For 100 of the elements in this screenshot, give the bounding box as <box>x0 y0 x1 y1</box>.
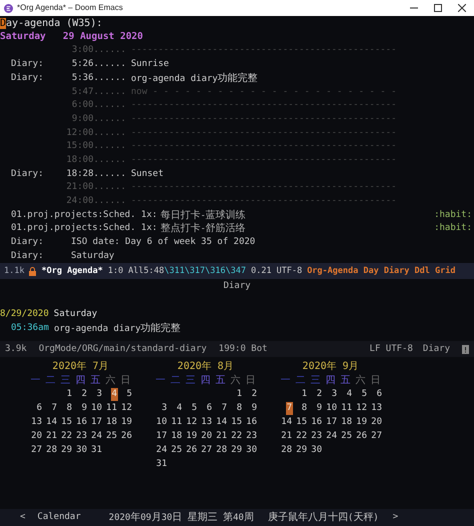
calendar-day[interactable]: 11 <box>170 416 183 429</box>
calendar-day[interactable]: 29 <box>60 444 73 457</box>
calendar-day[interactable]: 9 <box>316 402 323 415</box>
calendar-day[interactable]: 29 <box>295 444 308 457</box>
calendar-day[interactable]: 19 <box>120 416 133 429</box>
calendar-day[interactable]: 16 <box>75 416 88 429</box>
calendar-day[interactable]: 22 <box>60 430 73 443</box>
calendar-day[interactable]: 15 <box>230 416 243 429</box>
calendar-day[interactable]: 1 <box>236 388 243 401</box>
weekday-label: 五 <box>214 374 226 388</box>
mode-line-label: *Org Agenda* <box>41 265 103 278</box>
calendar-day[interactable]: 21 <box>280 430 293 443</box>
calendar-day[interactable]: 30 <box>75 444 88 457</box>
calendar-day[interactable]: 26 <box>185 444 198 457</box>
calendar-day[interactable]: 30 <box>310 444 323 457</box>
calendar-day[interactable]: 29 <box>230 444 243 457</box>
calendar-day[interactable]: 13 <box>30 416 43 429</box>
calendar-day[interactable]: 28 <box>280 444 293 457</box>
calendar-day[interactable]: 13 <box>370 402 383 415</box>
calendar-day[interactable]: 22 <box>295 430 308 443</box>
calendar-day[interactable]: 2 <box>316 388 323 401</box>
calendar-day[interactable]: 2 <box>250 388 258 401</box>
calendar-day[interactable]: 27 <box>370 430 383 443</box>
calendar-day[interactable]: 25 <box>340 430 353 443</box>
calendar-day[interactable]: 1 <box>300 388 308 401</box>
calendar-day[interactable]: 18 <box>170 430 183 443</box>
calendar-day[interactable]: 3 <box>96 388 103 401</box>
calendar-day[interactable]: 10 <box>325 402 338 415</box>
calendar-day[interactable]: 14 <box>45 416 58 429</box>
calendar-day[interactable]: 28 <box>215 444 228 457</box>
calendar-day[interactable]: 16 <box>245 416 258 429</box>
maximize-icon[interactable] <box>434 4 442 12</box>
calendar-day[interactable]: 6 <box>36 402 43 415</box>
calendar-day[interactable]: 23 <box>75 430 88 443</box>
calendar-day[interactable]: 12 <box>120 402 133 415</box>
calendar-day[interactable]: 31 <box>90 444 103 457</box>
calendar-day[interactable]: 17 <box>155 430 168 443</box>
calendar-day[interactable]: 8 <box>66 402 73 415</box>
calendar-day[interactable]: 8 <box>300 402 308 415</box>
calendar-day[interactable]: 20 <box>370 416 383 429</box>
calendar-day[interactable]: 12 <box>185 416 198 429</box>
calendar-day[interactable]: 24 <box>325 430 338 443</box>
calendar-day[interactable]: 27 <box>30 444 43 457</box>
tag-label: :habit: <box>434 210 472 220</box>
calendar-day[interactable]: 20 <box>200 430 213 443</box>
calendar-day[interactable]: 13 <box>200 416 213 429</box>
calendar-day[interactable]: 20 <box>30 430 43 443</box>
calendar-day[interactable]: 11 <box>340 402 353 415</box>
calendar-day[interactable]: 16 <box>310 416 323 429</box>
next-month-link[interactable]: > <box>392 510 398 524</box>
time-label: 6:00...... <box>72 99 126 112</box>
calendar-day[interactable]: 21 <box>45 430 58 443</box>
calendar-day[interactable]: 4 <box>346 388 353 401</box>
calendar-day[interactable]: 17 <box>90 416 103 429</box>
calendar-day[interactable]: 5 <box>126 388 133 401</box>
calendar-day[interactable]: 19 <box>355 416 368 429</box>
calendar-day[interactable]: 23 <box>245 430 258 443</box>
calendar-day[interactable]: 18 <box>340 416 353 429</box>
category-label: Diary: <box>11 72 44 83</box>
calendar-day[interactable]: 4 <box>176 402 183 415</box>
calendar-day[interactable]: 28 <box>45 444 58 457</box>
previous-month-link[interactable]: < <box>20 510 26 524</box>
calendar-day[interactable]: 26 <box>355 430 368 443</box>
buffer-header: Diary <box>223 280 251 293</box>
calendar-day[interactable]: 15 <box>295 416 308 429</box>
calendar-day[interactable]: 2 <box>80 388 88 401</box>
calendar-day[interactable]: 7 <box>220 402 228 415</box>
calendar-day[interactable]: 18 <box>105 416 118 429</box>
calendar-day[interactable]: 27 <box>200 444 213 457</box>
calendar-day[interactable]: 10 <box>90 402 103 415</box>
calendar-day[interactable]: 10 <box>155 416 168 429</box>
calendar-day[interactable]: 14 <box>280 416 293 429</box>
calendar-day[interactable]: 25 <box>170 444 183 457</box>
calendar-day[interactable]: 30 <box>245 444 258 457</box>
calendar-day[interactable]: 23 <box>310 430 323 443</box>
calendar-day[interactable]: 14 <box>215 416 228 429</box>
calendar-day[interactable]: 3 <box>160 402 168 415</box>
calendar-day[interactable]: 21 <box>215 430 228 443</box>
calendar-day[interactable]: 19 <box>185 430 198 443</box>
calendar-day[interactable]: 31 <box>155 458 168 471</box>
calendar-day[interactable]: 12 <box>355 402 368 415</box>
calendar-day[interactable]: 22 <box>230 430 243 443</box>
calendar-day[interactable]: 1 <box>66 388 73 401</box>
calendar-day[interactable]: 17 <box>325 416 338 429</box>
calendar-day[interactable]: 24 <box>155 444 168 457</box>
calendar-day[interactable]: 26 <box>120 430 133 443</box>
calendar-day[interactable]: 6 <box>376 388 383 401</box>
calendar-day[interactable]: 25 <box>105 430 118 443</box>
calendar-day[interactable]: 5 <box>360 388 368 401</box>
calendar-day[interactable]: 8 <box>236 402 243 415</box>
calendar-day[interactable]: 15 <box>60 416 73 429</box>
calendar-day[interactable]: 9 <box>80 402 88 415</box>
calendar-day[interactable]: 11 <box>105 402 118 415</box>
calendar-day[interactable]: 9 <box>250 402 258 415</box>
calendar-day[interactable]: 5 <box>190 402 198 415</box>
calendar-day[interactable]: 7 <box>50 402 58 415</box>
calendar-day[interactable]: 24 <box>90 430 103 443</box>
calendar-day[interactable]: 3 <box>330 388 338 401</box>
close-icon[interactable] <box>458 4 466 12</box>
calendar-day[interactable]: 6 <box>206 402 213 415</box>
